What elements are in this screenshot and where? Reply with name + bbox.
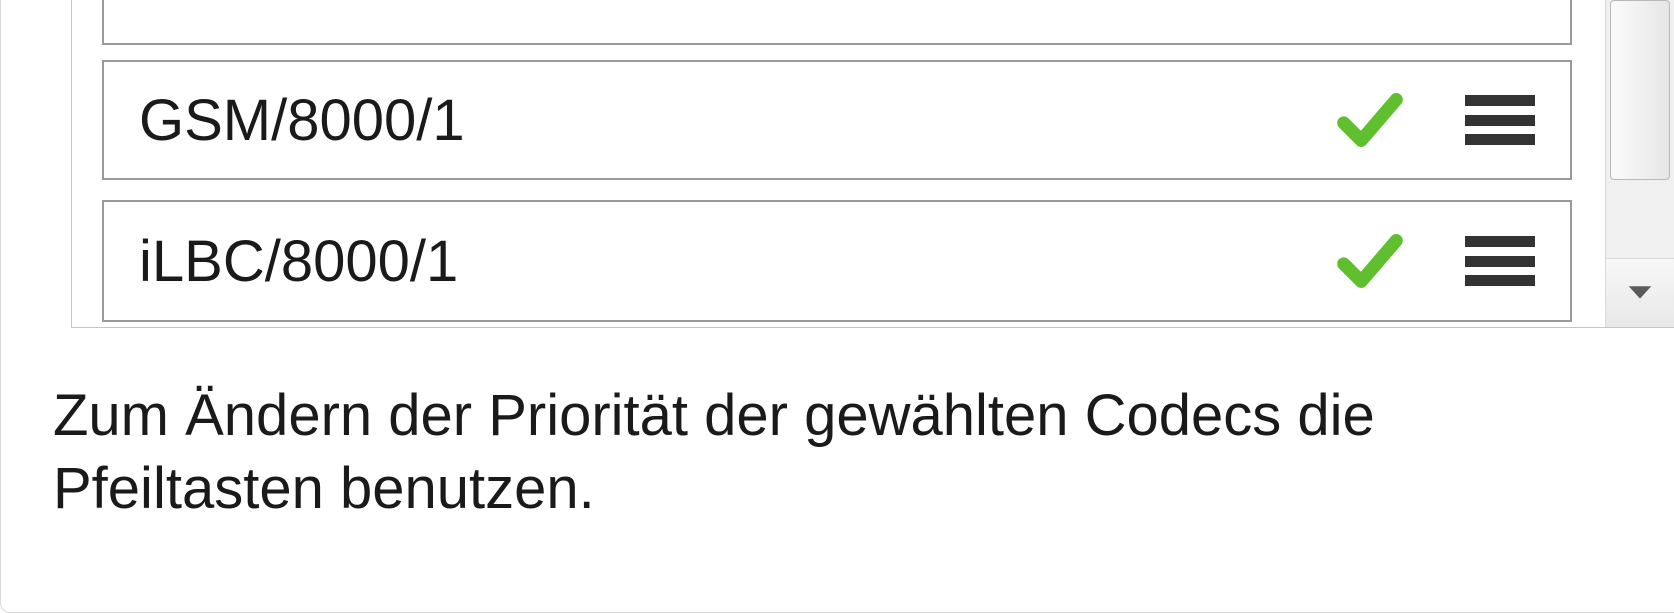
check-icon[interactable] (1335, 85, 1405, 155)
codec-row[interactable] (102, 0, 1572, 45)
hamburger-icon[interactable] (1465, 236, 1535, 286)
drag-bar (1465, 275, 1535, 286)
drag-bar (1465, 115, 1535, 126)
codec-row[interactable]: GSM/8000/1 (102, 60, 1572, 180)
codec-row[interactable]: iLBC/8000/1 (102, 200, 1572, 322)
scroll-down-button[interactable] (1606, 258, 1674, 327)
drag-bar (1465, 95, 1535, 106)
codec-list-inner: GSM/8000/1 iLBC/8000/1 (72, 0, 1592, 327)
codec-label: GSM/8000/1 (104, 87, 1335, 154)
codec-panel: GSM/8000/1 iLBC/8000/1 (0, 0, 1674, 613)
drag-bar (1465, 236, 1535, 247)
check-icon[interactable] (1335, 226, 1405, 296)
drag-bar (1465, 256, 1535, 267)
scrollbar[interactable] (1605, 0, 1674, 327)
codec-list: GSM/8000/1 iLBC/8000/1 (71, 0, 1674, 328)
codec-label: iLBC/8000/1 (104, 228, 1335, 295)
chevron-down-icon (1626, 284, 1654, 302)
hamburger-icon[interactable] (1465, 95, 1535, 145)
scrollbar-thumb[interactable] (1610, 0, 1670, 180)
priority-hint: Zum Ändern der Priorität der gewählten C… (53, 380, 1644, 525)
drag-bar (1465, 134, 1535, 145)
